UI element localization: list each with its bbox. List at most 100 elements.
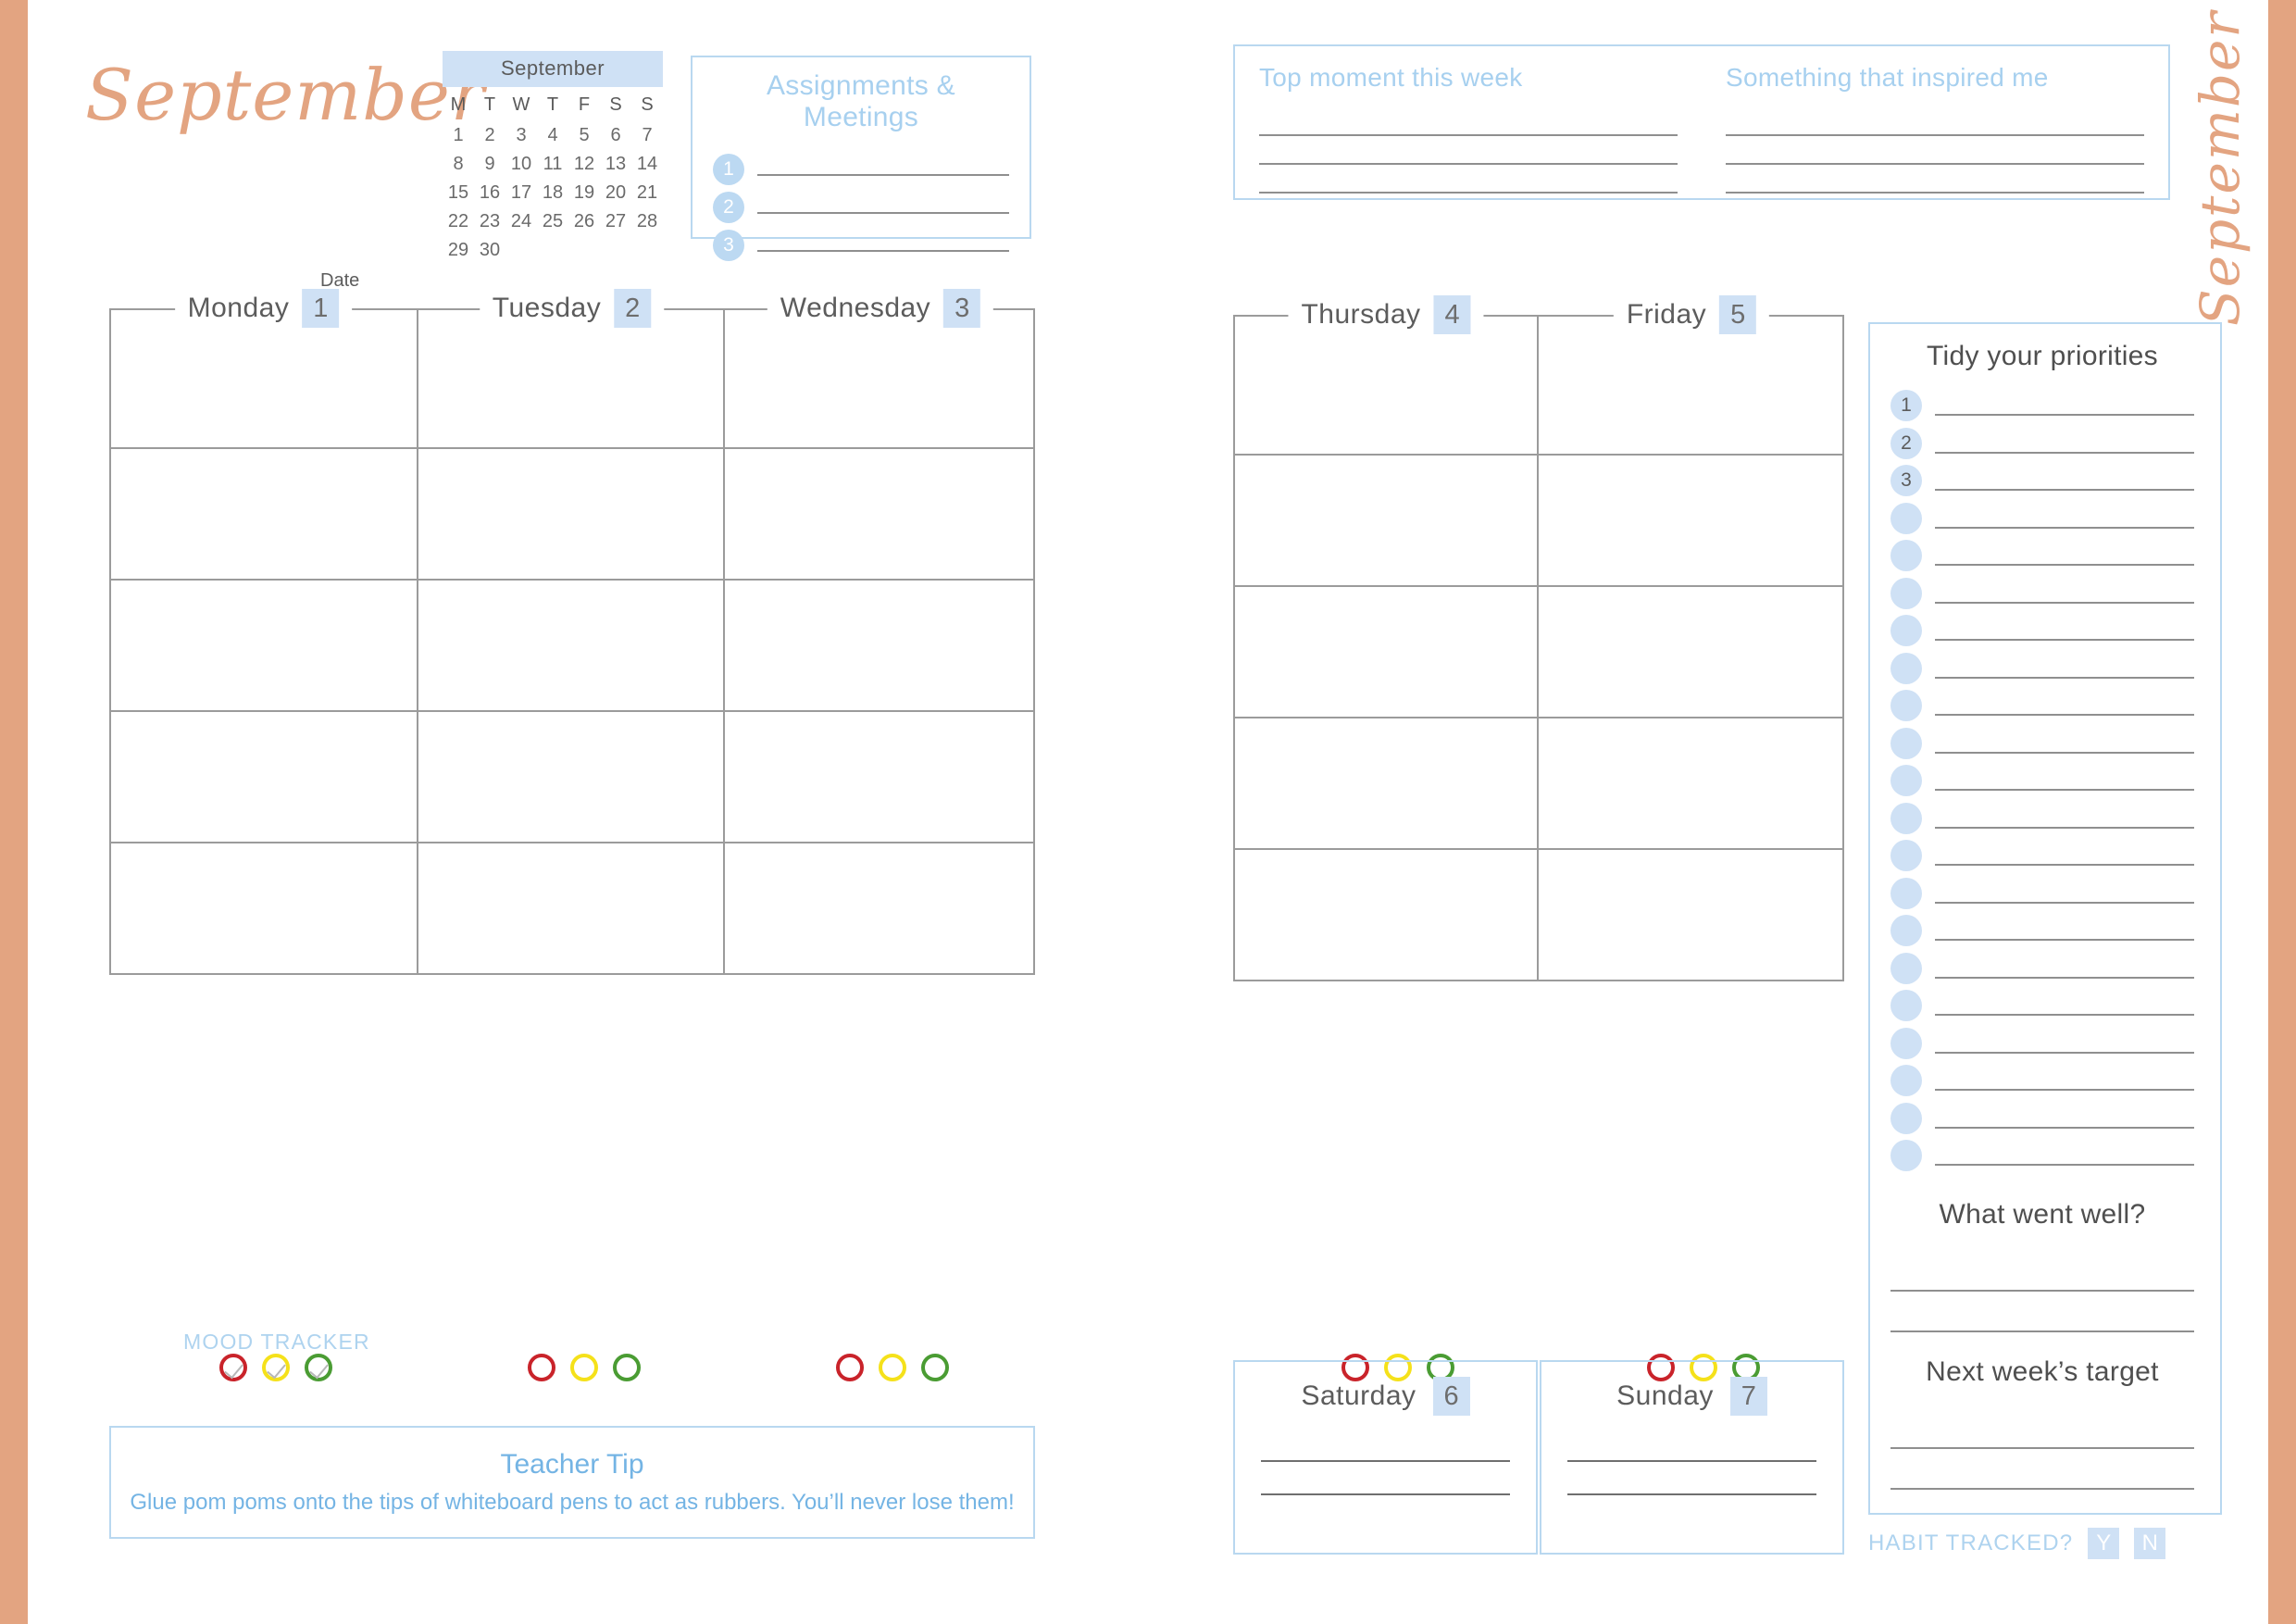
day-cell[interactable] <box>1235 717 1539 848</box>
mini-calendar-day[interactable]: 16 <box>474 179 505 207</box>
mood-dot-red[interactable] <box>218 1354 247 1381</box>
day-date-badge[interactable]: 5 <box>1719 295 1757 334</box>
mini-calendar-day[interactable]: 25 <box>537 207 568 236</box>
weekend-date-badge[interactable]: 6 <box>1432 1377 1470 1416</box>
mini-calendar-day[interactable]: 9 <box>474 150 505 179</box>
mini-calendar-day[interactable]: 23 <box>474 207 505 236</box>
day-cell[interactable] <box>725 579 1033 710</box>
mini-calendar-day[interactable]: 7 <box>631 121 663 150</box>
mini-calendar-day[interactable]: 21 <box>631 179 663 207</box>
priority-input-line[interactable] <box>1935 1014 2194 1017</box>
mini-calendar-day[interactable]: 10 <box>505 150 537 179</box>
mini-calendar-day[interactable]: 22 <box>443 207 474 236</box>
day-cell[interactable] <box>1539 315 1842 454</box>
mini-calendar-day[interactable]: 1 <box>443 121 474 150</box>
day-cell[interactable] <box>111 842 418 973</box>
mini-calendar-day[interactable]: 14 <box>631 150 663 179</box>
day-cell[interactable] <box>1235 585 1539 717</box>
day-date-badge[interactable]: 3 <box>943 289 981 328</box>
mood-dot-yellow[interactable] <box>879 1354 906 1381</box>
inspired-line[interactable] <box>1726 107 2144 136</box>
mini-calendar-day[interactable]: 30 <box>474 236 505 265</box>
day-date-badge[interactable]: 1 <box>302 289 340 328</box>
day-cell[interactable] <box>725 447 1033 579</box>
habit-no-button[interactable]: N <box>2134 1528 2166 1559</box>
day-cell[interactable] <box>418 842 726 973</box>
day-cell[interactable] <box>1539 454 1842 585</box>
priority-input-line[interactable] <box>1935 489 2194 492</box>
weekend-date-badge[interactable]: 7 <box>1729 1377 1767 1416</box>
mini-calendar-day[interactable]: 29 <box>443 236 474 265</box>
next-week-target-line[interactable] <box>1890 1408 2194 1449</box>
mini-calendar-day[interactable]: 3 <box>505 121 537 150</box>
priority-input-line[interactable] <box>1935 1164 2194 1167</box>
day-date-badge[interactable]: 4 <box>1433 295 1471 334</box>
day-cell[interactable] <box>725 308 1033 447</box>
day-cell[interactable] <box>725 710 1033 842</box>
mini-calendar-day[interactable]: 26 <box>568 207 600 236</box>
top-moment-line[interactable] <box>1259 107 1678 136</box>
day-cell[interactable] <box>418 579 726 710</box>
mini-calendar-day[interactable]: 6 <box>600 121 631 150</box>
mood-dot-yellow[interactable] <box>261 1354 290 1381</box>
mini-calendar-day[interactable]: 17 <box>505 179 537 207</box>
habit-yes-button[interactable]: Y <box>2088 1528 2120 1559</box>
mini-calendar-day[interactable]: 4 <box>537 121 568 150</box>
weekend-input-line[interactable] <box>1567 1462 1816 1495</box>
mini-calendar-day[interactable]: 19 <box>568 179 600 207</box>
mini-calendar-day[interactable]: 18 <box>537 179 568 207</box>
weekend-input-line[interactable] <box>1567 1429 1816 1462</box>
priority-input-line[interactable] <box>1935 601 2194 604</box>
weekend-cell[interactable]: Saturday 6 <box>1233 1360 1538 1555</box>
mini-calendar-day[interactable]: 15 <box>443 179 474 207</box>
weekend-input-line[interactable] <box>1261 1429 1510 1462</box>
priority-input-line[interactable] <box>1935 1051 2194 1054</box>
day-cell[interactable] <box>1539 717 1842 848</box>
day-cell[interactable] <box>1235 848 1539 980</box>
inspired-line[interactable] <box>1726 136 2144 165</box>
day-cell[interactable] <box>1235 315 1539 454</box>
mini-calendar-day[interactable]: 8 <box>443 150 474 179</box>
priority-input-line[interactable] <box>1935 864 2194 867</box>
day-cell[interactable] <box>1539 848 1842 980</box>
mini-calendar-day[interactable]: 28 <box>631 207 663 236</box>
priority-input-line[interactable] <box>1935 939 2194 942</box>
mini-calendar-day[interactable]: 2 <box>474 121 505 150</box>
mood-dot-green[interactable] <box>612 1354 641 1381</box>
weekend-input-line[interactable] <box>1261 1462 1510 1495</box>
what-went-well-line[interactable] <box>1890 1251 2194 1292</box>
mood-dot-red[interactable] <box>527 1354 555 1381</box>
priority-input-line[interactable] <box>1935 714 2194 717</box>
day-cell[interactable] <box>1539 585 1842 717</box>
mood-dot-yellow[interactable] <box>569 1354 598 1381</box>
mini-calendar-day[interactable]: 13 <box>600 150 631 179</box>
day-cell[interactable] <box>418 447 726 579</box>
day-cell[interactable] <box>111 710 418 842</box>
priority-input-line[interactable] <box>1935 639 2194 642</box>
priority-input-line[interactable] <box>1935 451 2194 454</box>
mini-calendar-day[interactable]: 24 <box>505 207 537 236</box>
day-cell[interactable] <box>111 308 418 447</box>
inspired-line[interactable] <box>1726 165 2144 194</box>
priority-input-line[interactable] <box>1935 676 2194 679</box>
priority-input-line[interactable] <box>1935 1126 2194 1129</box>
weekend-cell[interactable]: Sunday 7 <box>1540 1360 1844 1555</box>
mini-calendar-day[interactable]: 11 <box>537 150 568 179</box>
day-cell[interactable] <box>418 308 726 447</box>
top-moment-line[interactable] <box>1259 165 1678 194</box>
what-went-well-line[interactable] <box>1890 1292 2194 1332</box>
priority-input-line[interactable] <box>1935 826 2194 829</box>
day-cell[interactable] <box>111 447 418 579</box>
assignment-input-line[interactable] <box>757 211 1009 214</box>
priority-input-line[interactable] <box>1935 976 2194 979</box>
priority-input-line[interactable] <box>1935 526 2194 529</box>
top-moment-line[interactable] <box>1259 136 1678 165</box>
day-cell[interactable] <box>111 579 418 710</box>
day-cell[interactable] <box>1235 454 1539 585</box>
assignment-input-line[interactable] <box>757 173 1009 176</box>
mood-dot-green[interactable] <box>304 1354 332 1381</box>
mini-calendar-day[interactable]: 20 <box>600 179 631 207</box>
next-week-target-line[interactable] <box>1890 1449 2194 1490</box>
day-cell[interactable] <box>418 710 726 842</box>
mood-dot-green[interactable] <box>921 1354 949 1381</box>
